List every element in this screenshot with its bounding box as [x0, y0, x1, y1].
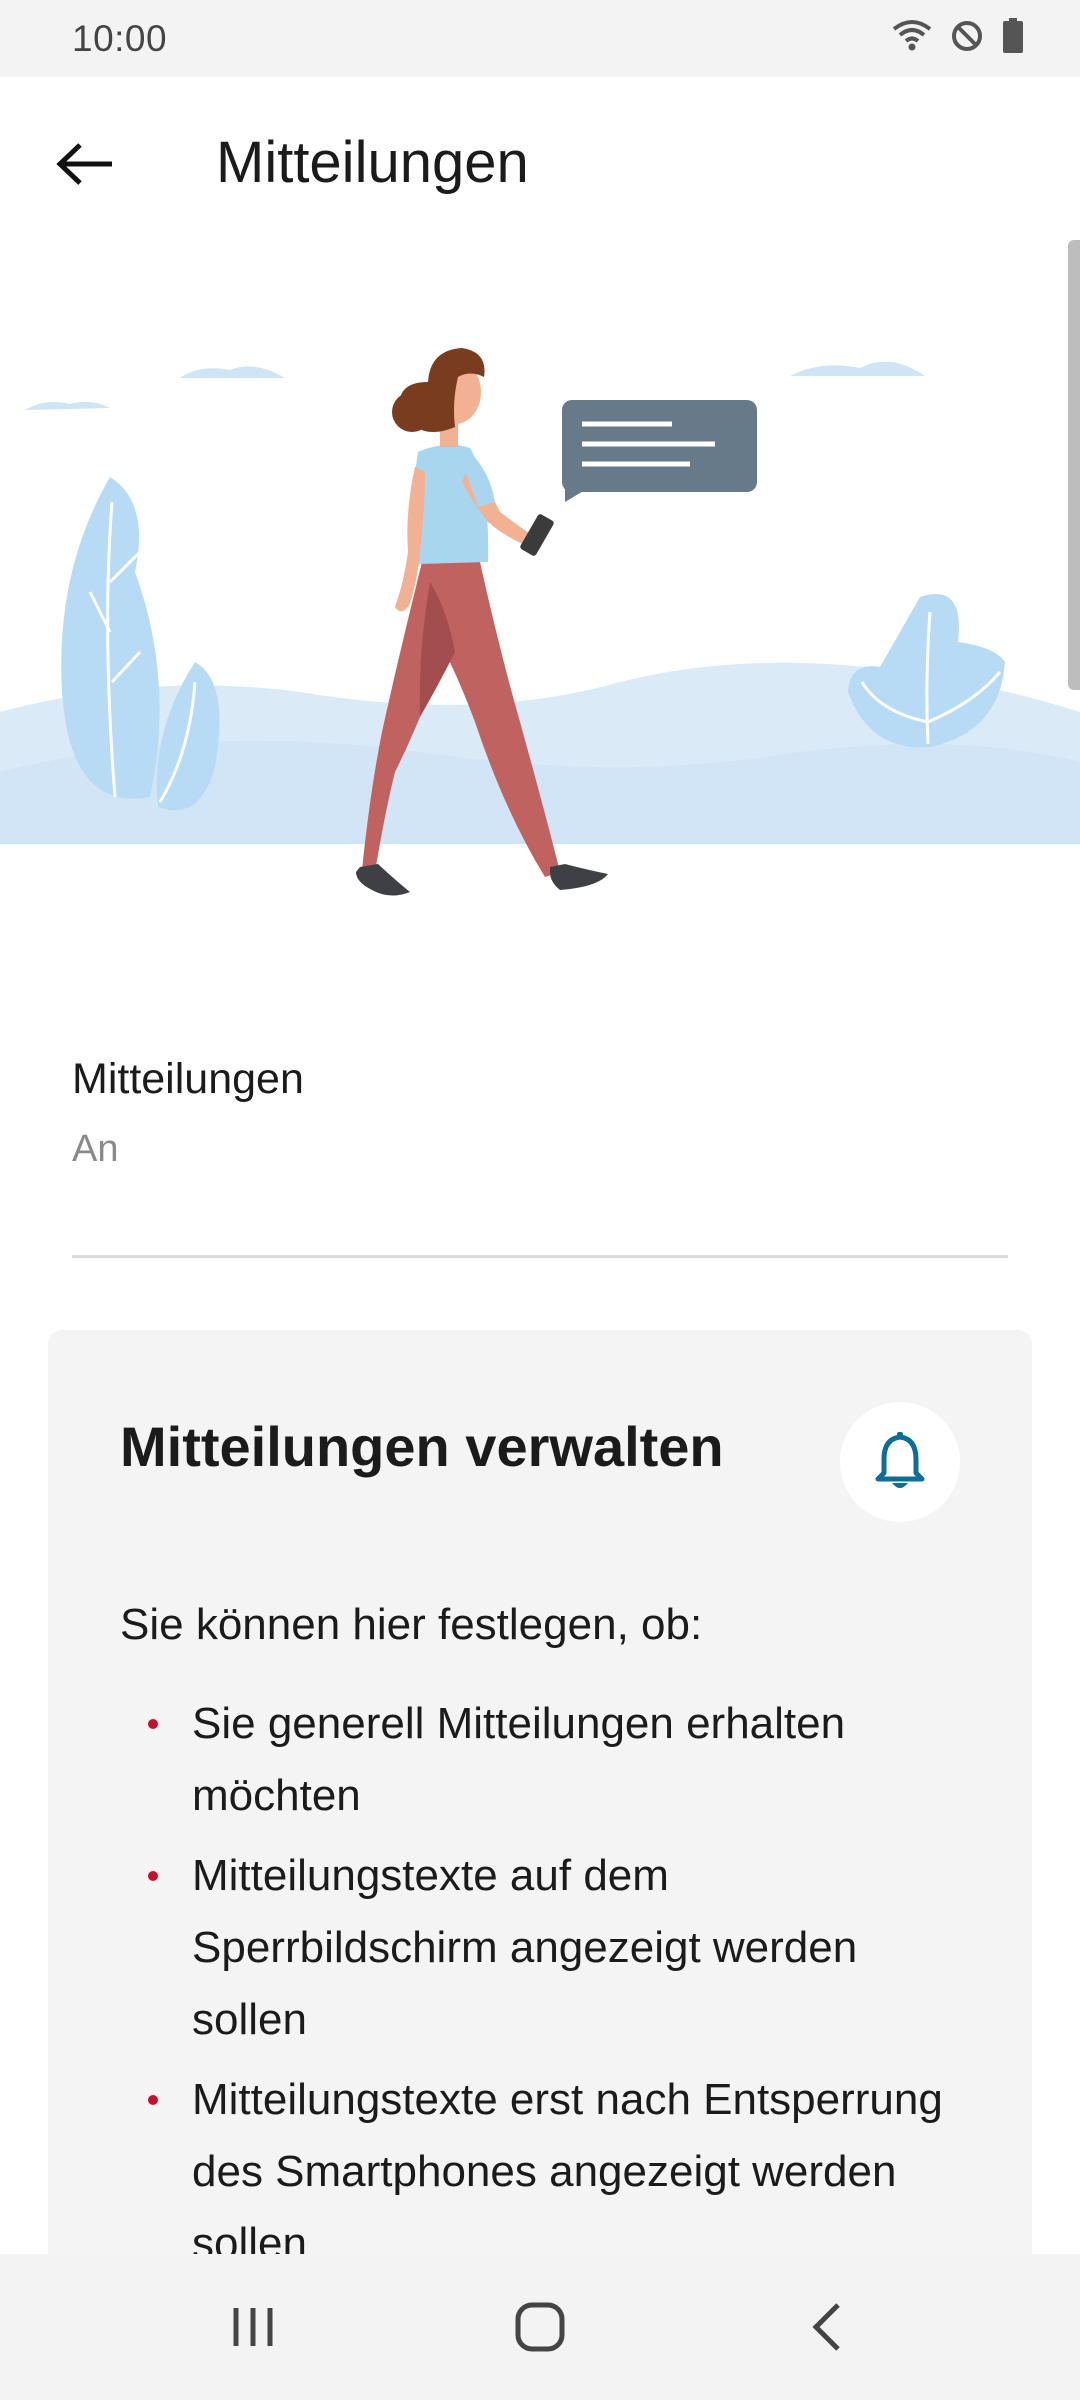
list-item: Mitteilungstexte auf dem Sperrbildschirm… — [120, 1840, 980, 2056]
system-nav-bar — [0, 2254, 1080, 2400]
bullet-dot — [148, 1719, 158, 1729]
home-button[interactable] — [480, 2277, 600, 2377]
list-item: Mitteilungstexte erst nach Entsperrung d… — [120, 2064, 980, 2280]
setting-title: Mitteilungen — [72, 1055, 304, 1103]
card-intro: Sie können hier festlegen, ob: — [120, 1600, 703, 1649]
manage-notifications-card: Mitteilungen verwalten Sie können hier f… — [48, 1330, 1032, 2310]
header-illustration — [0, 252, 1080, 932]
status-time: 10:00 — [72, 17, 168, 59]
wifi-icon — [892, 19, 932, 58]
bell-icon-badge — [840, 1402, 960, 1522]
divider — [72, 1255, 1008, 1258]
list-item: Sie generell Mitteilungen erhalten möcht… — [120, 1688, 980, 1832]
home-icon — [515, 2302, 565, 2352]
bell-icon — [875, 1432, 925, 1488]
bullet-list: Sie generell Mitteilungen erhalten möcht… — [120, 1688, 980, 2288]
status-icons — [892, 18, 1024, 59]
battery-icon — [1002, 18, 1024, 59]
recent-apps-button[interactable] — [193, 2277, 313, 2377]
app-bar: Mitteilungen — [0, 77, 1080, 252]
system-back-button[interactable] — [767, 2277, 887, 2377]
do-not-disturb-icon — [950, 19, 984, 58]
back-button[interactable] — [50, 129, 120, 199]
bullet-dot — [148, 1871, 158, 1881]
recent-apps-icon — [233, 2308, 273, 2346]
setting-value: An — [72, 1128, 119, 1170]
arrow-left-icon — [56, 143, 112, 185]
bullet-dot — [148, 2095, 158, 2105]
back-icon — [812, 2303, 840, 2351]
page-title: Mitteilungen — [216, 130, 529, 195]
status-bar: 10:00 — [0, 0, 1080, 77]
setting-notifications-row[interactable]: Mitteilungen An — [72, 1055, 1008, 1260]
card-title: Mitteilungen verwalten — [120, 1415, 724, 1478]
